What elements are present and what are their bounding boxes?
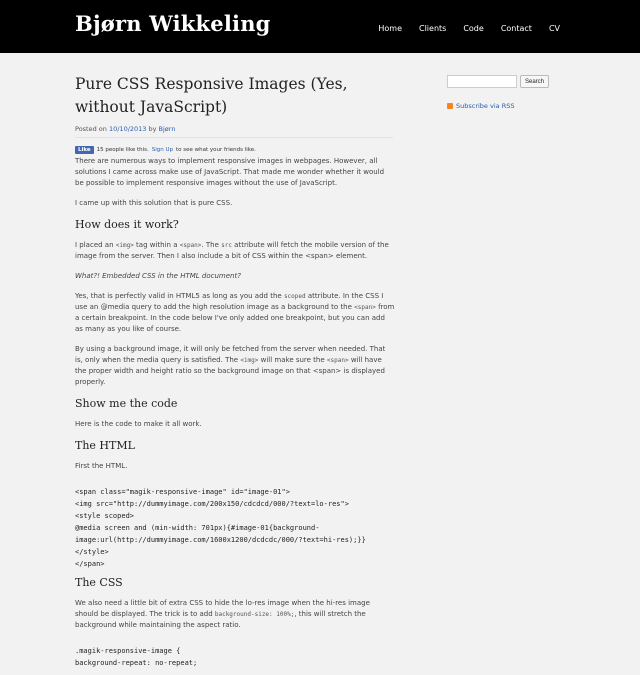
css-paragraph: We also need a little bit of extra CSS t… (75, 598, 395, 631)
author-link[interactable]: Bjørn (159, 125, 176, 133)
intro2-paragraph: I came up with this solution that is pur… (75, 199, 233, 207)
search-form: Search (447, 75, 567, 88)
facebook-like-button[interactable]: Like (75, 146, 94, 154)
sidebar: Search Subscribe via RSS (447, 75, 567, 110)
code-scoped: scoped (283, 293, 306, 300)
nav-cv[interactable]: CV (549, 24, 560, 33)
post-content: Pure CSS Responsive Images (Yes, without… (75, 53, 395, 675)
nav-contact[interactable]: Contact (501, 24, 532, 33)
meta-prefix: Posted on (75, 125, 109, 133)
site-title[interactable]: Bjørn Wikkeling (75, 11, 271, 36)
heading-html: The HTML (75, 439, 135, 452)
valid-paragraph: Yes, that is perfectly valid in HTML5 as… (75, 291, 395, 335)
valid-text-a: Yes, that is perfectly valid in HTML5 as… (75, 292, 284, 300)
search-button[interactable]: Search (520, 75, 550, 88)
how-paragraph: I placed an <img> tag within a <span>. T… (75, 240, 395, 262)
post-meta: Posted on 10/10/2013 by Bjørn (75, 125, 395, 133)
how-text-c: . The (201, 241, 222, 249)
fb-count: 15 people like this. (96, 147, 149, 153)
fb-signup-link[interactable]: Sign Up (152, 147, 173, 153)
code-intro-paragraph: Here is the code to make it all work. (75, 420, 202, 428)
search-input[interactable] (447, 75, 517, 88)
heading-css: The CSS (75, 576, 123, 589)
css-code-block[interactable]: .magik-responsive-image { background-rep… (75, 645, 395, 669)
site-header: Bjørn Wikkeling Home Clients Code Contac… (0, 0, 640, 53)
code-span: <span> (179, 242, 202, 249)
code-background-size: background-size: 100%; (214, 611, 295, 618)
facebook-like-widget: Like 15 people like this. Sign Up to see… (75, 146, 395, 154)
rss-link[interactable]: Subscribe via RSS (456, 102, 514, 110)
nav-code[interactable]: Code (463, 24, 483, 33)
nav-home[interactable]: Home (378, 24, 402, 33)
code-span-3: <span> (326, 357, 349, 364)
intro-paragraph: There are numerous ways to implement res… (75, 157, 385, 187)
post-date-link[interactable]: 10/10/2013 (109, 125, 146, 133)
post-title[interactable]: Pure CSS Responsive Images (Yes, without… (75, 73, 395, 119)
heading-show-code: Show me the code (75, 397, 178, 410)
code-img: <img> (115, 242, 134, 249)
how-text-a: I placed an (75, 241, 116, 249)
code-src: src (221, 242, 232, 249)
fb-suffix: to see what your friends like. (176, 147, 256, 153)
rss-widget: Subscribe via RSS (447, 102, 567, 110)
code-img-2: <img> (240, 357, 259, 364)
heading-how: How does it work? (75, 218, 179, 231)
html-code-block[interactable]: <span class="magik-responsive-image" id=… (75, 486, 395, 570)
bg-text-b: will make sure the (258, 356, 327, 364)
divider (75, 137, 393, 138)
italic-question: What?! Embedded CSS in the HTML document… (75, 272, 241, 280)
first-html-paragraph: First the HTML. (75, 462, 128, 470)
meta-by: by (146, 125, 159, 133)
code-span-2: <span> (354, 304, 376, 311)
rss-icon (447, 103, 453, 109)
background-paragraph: By using a background image, it will onl… (75, 344, 395, 388)
how-text-b: tag within a (133, 241, 180, 249)
main-nav: Home Clients Code Contact CV (361, 24, 560, 33)
nav-clients[interactable]: Clients (419, 24, 446, 33)
